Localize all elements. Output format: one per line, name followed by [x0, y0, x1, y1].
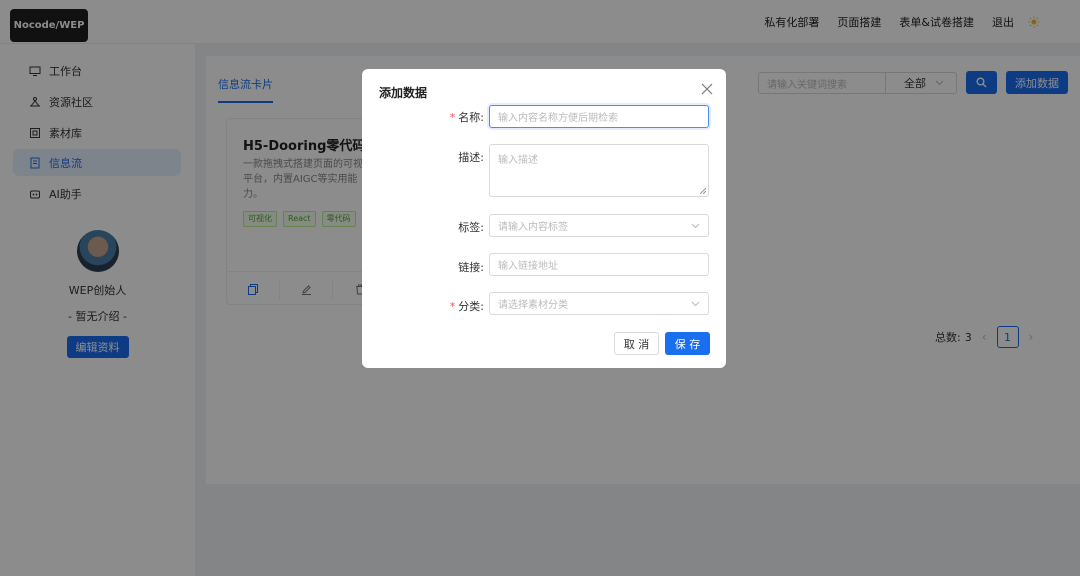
- desc-label: 描述:: [458, 151, 484, 164]
- chevron-down-icon: [691, 301, 700, 306]
- tag-label: 标签:: [458, 221, 484, 234]
- description-textarea[interactable]: 输入描述: [489, 144, 709, 197]
- modal-title: 添加数据: [379, 86, 428, 100]
- chevron-down-icon: [691, 223, 700, 228]
- required-mark: *: [449, 300, 456, 313]
- cancel-button[interactable]: 取 消: [614, 332, 659, 355]
- tag-placeholder: 请输入内容标签: [498, 222, 568, 233]
- resize-handle-icon[interactable]: [700, 188, 706, 194]
- link-label: 链接:: [458, 261, 484, 274]
- link-field[interactable]: 输入链接地址: [489, 253, 709, 276]
- category-select[interactable]: 请选择素材分类: [489, 292, 709, 315]
- category-label: * 分类:: [449, 300, 484, 313]
- category-placeholder: 请选择素材分类: [498, 300, 568, 311]
- name-field[interactable]: 输入内容名称方便后期检索: [489, 105, 709, 128]
- add-data-modal: 添加数据 * 名称: 输入内容名称方便后期检索 描述: 输入描述 标签: 请输入内…: [362, 69, 726, 368]
- name-label: * 名称:: [449, 111, 484, 124]
- close-icon[interactable]: [700, 82, 714, 96]
- save-button[interactable]: 保 存: [665, 332, 710, 355]
- tag-select[interactable]: 请输入内容标签: [489, 214, 709, 237]
- required-mark: *: [449, 111, 456, 124]
- description-placeholder: 输入描述: [498, 155, 538, 166]
